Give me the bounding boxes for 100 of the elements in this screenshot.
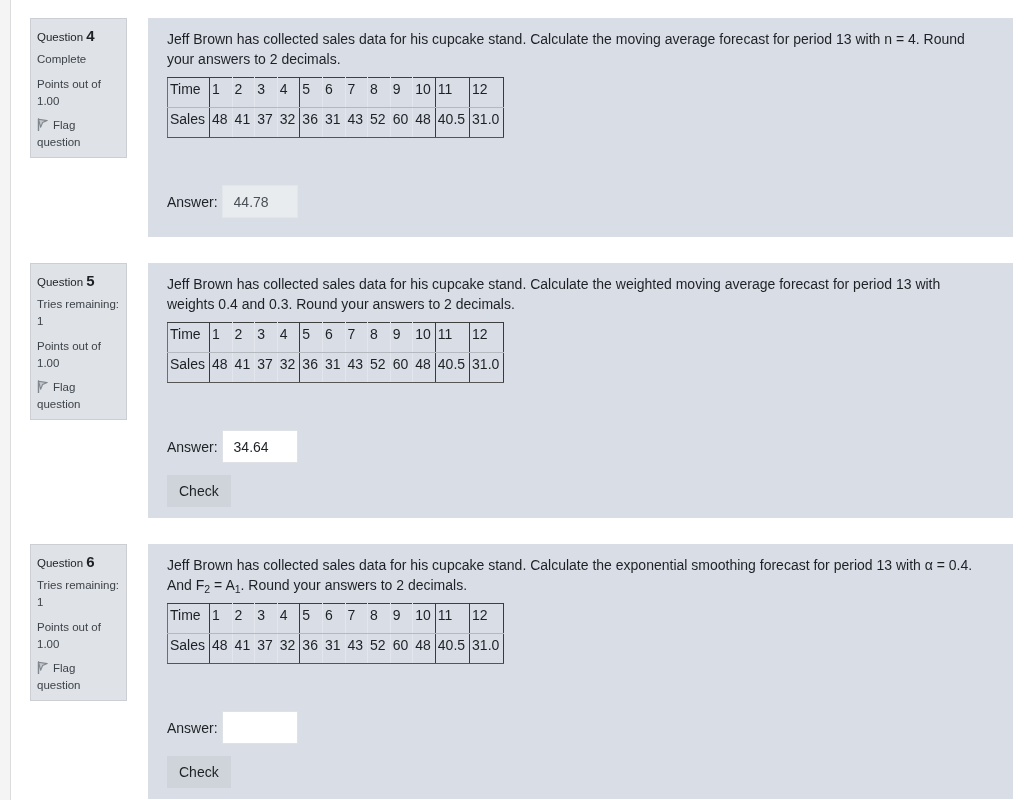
flag-question-link[interactable]: Flag question [37, 379, 103, 413]
table-cell: 5 [299, 77, 323, 108]
table-cell: 32 [277, 107, 300, 138]
points-text: Points out of 1.00 [37, 77, 102, 109]
table-cell: 12 [469, 322, 504, 353]
question-heading: Question 6 [37, 552, 96, 572]
table-cell: 8 [367, 603, 391, 634]
table-cell: 41 [232, 107, 255, 138]
table-cell: 43 [345, 107, 368, 138]
flag-icon [37, 661, 48, 674]
row-header-cell: Time [167, 322, 210, 353]
answer-field[interactable]: 44.78 [221, 185, 298, 218]
table-cell: 1 [209, 77, 233, 108]
answer-label: Answer: [167, 718, 218, 738]
question-status: Complete [37, 52, 88, 67]
table-cell: 52 [367, 107, 391, 138]
table-cell: 60 [390, 633, 413, 664]
answer-field[interactable] [221, 711, 298, 744]
question-heading: Question 5 [37, 271, 96, 291]
table-cell: 48 [412, 352, 436, 383]
row-header-cell: Sales [167, 633, 210, 664]
answer-field[interactable]: 34.64 [221, 430, 298, 463]
flag-question-link[interactable]: Flag question [37, 660, 103, 694]
table-cell: 2 [232, 77, 255, 108]
table-cell: 43 [345, 633, 368, 664]
table-cell: 60 [390, 107, 413, 138]
table-cell: 31 [322, 107, 345, 138]
table-cell: 5 [299, 322, 323, 353]
table-cell: 31 [322, 633, 345, 664]
table-cell: 36 [299, 633, 323, 664]
question-status: Tries remaining: 1 [37, 578, 120, 610]
table-cell: 31.0 [469, 352, 504, 383]
table-cell: 7 [345, 603, 368, 634]
table-cell: 10 [412, 322, 436, 353]
check-button[interactable]: Check [167, 475, 231, 507]
table-cell: 10 [412, 603, 436, 634]
points-text: Points out of 1.00 [37, 620, 102, 652]
table-cell: 43 [345, 352, 368, 383]
table-cell: 52 [367, 352, 391, 383]
table-cell: 5 [299, 603, 323, 634]
table-cell: 8 [367, 322, 391, 353]
table-cell: 31.0 [469, 633, 504, 664]
table-cell: 4 [277, 77, 300, 108]
table-cell: 52 [367, 633, 391, 664]
table-cell: 9 [390, 603, 413, 634]
table-cell: 11 [435, 603, 470, 634]
table-cell: 36 [299, 352, 323, 383]
question-text: Jeff Brown has collected sales data for his cupcake stand. Calculate the exponential smoothing forecast for period 13 with α = 0.4. And F$_{2}$ = A$_{1}$. Round your answers to 2 decimals. [167, 556, 974, 595]
table-cell: 48 [209, 352, 233, 383]
row-header-cell: Sales [167, 352, 210, 383]
table-cell: 32 [277, 633, 300, 664]
table-cell: 48 [412, 107, 436, 138]
question-heading: Question 4 [37, 26, 96, 46]
table-cell: 37 [254, 633, 278, 664]
row-header-cell: Time [167, 603, 210, 634]
table-cell: 41 [232, 633, 255, 664]
table-cell: 7 [345, 77, 368, 108]
row-header-cell: Sales [167, 107, 210, 138]
table-cell: 3 [254, 603, 278, 634]
table-cell: 6 [322, 322, 345, 353]
table-cell: 11 [435, 322, 470, 353]
flag-question-link[interactable]: Flag question [37, 117, 103, 151]
check-button[interactable]: Check [167, 756, 231, 788]
flag-icon [37, 118, 48, 131]
table-cell: 12 [469, 77, 504, 108]
table-cell: 1 [209, 322, 233, 353]
table-cell: 37 [254, 107, 278, 138]
table-cell: 6 [322, 603, 345, 634]
table-cell: 31 [322, 352, 345, 383]
answer-label: Answer: [167, 192, 218, 212]
table-cell: 40.5 [435, 107, 470, 138]
table-cell: 1 [209, 603, 233, 634]
table-cell: 3 [254, 322, 278, 353]
points-text: Points out of 1.00 [37, 339, 102, 371]
table-cell: 48 [412, 633, 436, 664]
table-cell: 40.5 [435, 352, 470, 383]
table-cell: 2 [232, 603, 255, 634]
table-cell: 12 [469, 603, 504, 634]
table-cell: 40.5 [435, 633, 470, 664]
table-cell: 7 [345, 322, 368, 353]
table-cell: 8 [367, 77, 391, 108]
table-cell: 4 [277, 322, 300, 353]
table-cell: 6 [322, 77, 345, 108]
table-cell: 41 [232, 352, 255, 383]
table-cell: 4 [277, 603, 300, 634]
table-cell: 11 [435, 77, 470, 108]
table-cell: 48 [209, 107, 233, 138]
answer-label: Answer: [167, 437, 218, 457]
table-cell: 2 [232, 322, 255, 353]
table-cell: 32 [277, 352, 300, 383]
table-cell: 10 [412, 77, 436, 108]
table-cell: 60 [390, 352, 413, 383]
table-cell: 9 [390, 322, 413, 353]
table-cell: 36 [299, 107, 323, 138]
question-text: Jeff Brown has collected sales data for his cupcake stand. Calculate the moving average forecast for period 13 with n = 4. Round your answers to 2 decimals. [167, 30, 966, 69]
table-cell: 37 [254, 352, 278, 383]
table-cell: 48 [209, 633, 233, 664]
row-header-cell: Time [167, 77, 210, 108]
flag-icon [37, 380, 48, 393]
question-text: Jeff Brown has collected sales data for his cupcake stand. Calculate the weighted moving average forecast for period 13 with weights 0.4 and 0.3. Round your answers to 2 decimals. [167, 275, 942, 314]
